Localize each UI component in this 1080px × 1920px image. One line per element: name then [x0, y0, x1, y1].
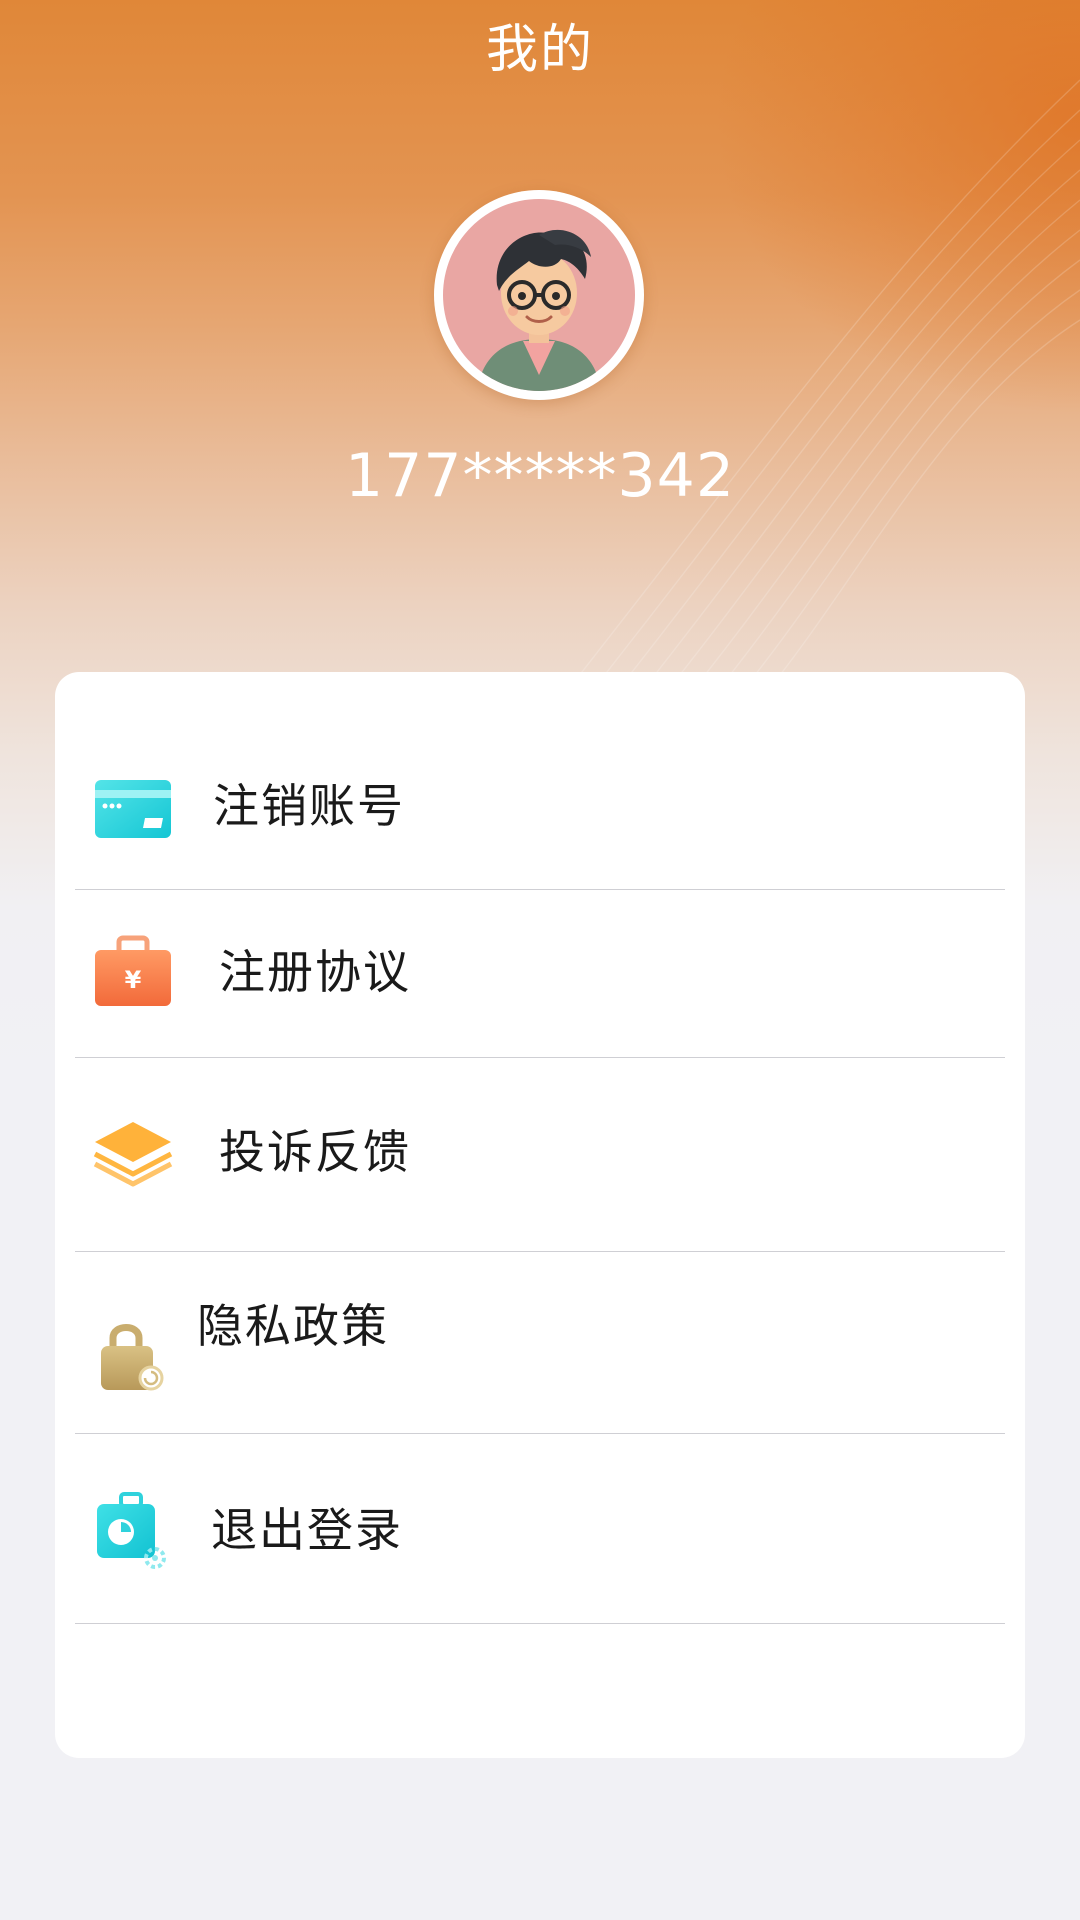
- menu-item-cancel-account[interactable]: 注销账号: [75, 722, 1005, 890]
- menu-item-label: 退出登录: [211, 1503, 403, 1557]
- menu-item-label: 投诉反馈: [219, 1125, 411, 1179]
- menu-card: 注销账号 ¥ 注册协议 投诉反馈 隐私政策 退出登录: [55, 672, 1025, 1758]
- menu-item-complaint-feedback[interactable]: 投诉反馈: [75, 1058, 1005, 1252]
- menu-item-logout[interactable]: 退出登录: [75, 1434, 1005, 1624]
- phone-number: 177*****342: [344, 441, 736, 511]
- menu-item-label: 隐私政策: [197, 1299, 389, 1353]
- badge-settings-icon: [97, 1492, 166, 1569]
- menu-item-label: 注销账号: [213, 779, 405, 833]
- avatar[interactable]: [434, 190, 644, 400]
- svg-text:¥: ¥: [125, 966, 142, 994]
- page-title: 我的: [485, 20, 594, 80]
- menu-item-label: 注册协议: [219, 945, 411, 999]
- briefcase-yen-icon: ¥: [95, 935, 171, 1006]
- menu-item-registration-agreement[interactable]: ¥ 注册协议: [75, 890, 1005, 1058]
- card-icon: [95, 780, 171, 838]
- divider: [75, 1623, 1005, 1624]
- avatar-image: [443, 199, 635, 391]
- lock-icon: [101, 1324, 164, 1391]
- layers-icon: [93, 1122, 173, 1187]
- menu-item-privacy-policy[interactable]: 隐私政策: [75, 1252, 1005, 1434]
